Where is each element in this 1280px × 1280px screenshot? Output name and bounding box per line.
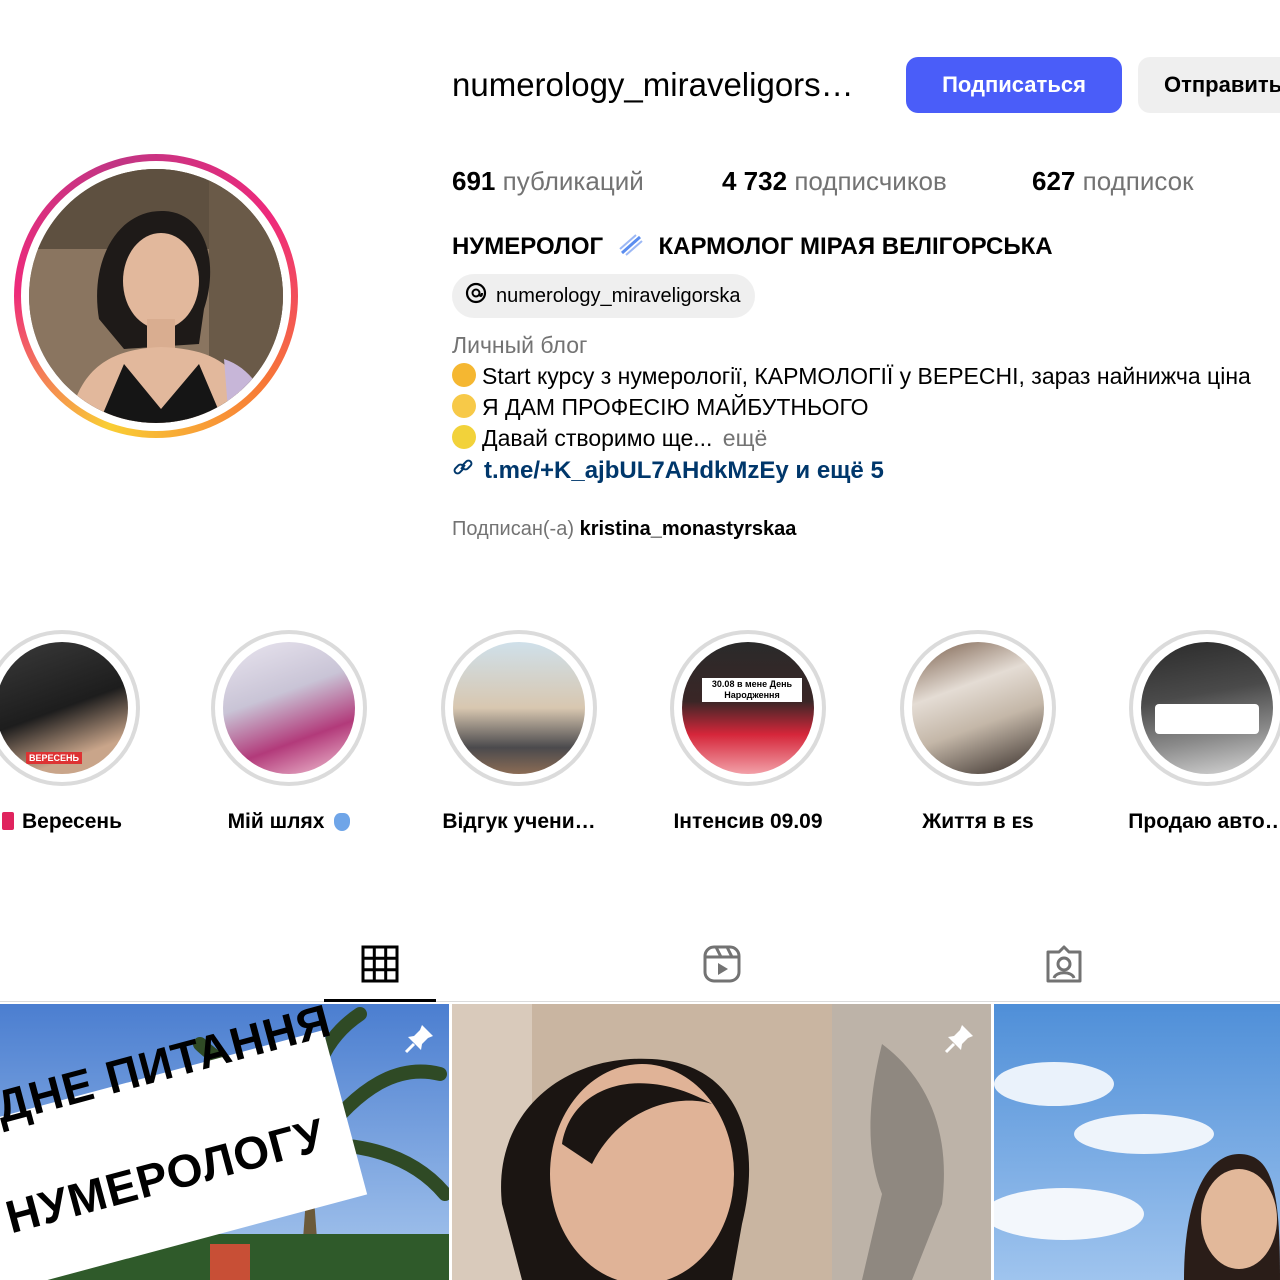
stat-posts: 691 публикаций [452, 166, 644, 197]
tab-active-indicator [324, 999, 436, 1002]
stat-following-label: подписок [1082, 166, 1194, 196]
highlight-item[interactable]: ВЕРЕСЕНЬ Вересень [0, 630, 142, 834]
avatar-photo [29, 169, 283, 423]
tab-divider [0, 1001, 1280, 1002]
external-link-text: t.me/+K_ajbUL7AHdkMzEy и ещё 5 [484, 456, 884, 484]
highlight-item[interactable]: Мій шлях [209, 630, 369, 834]
stat-following[interactable]: 627 подписок [1032, 166, 1194, 197]
highlight-cover [223, 642, 355, 774]
followed-by-label: Подписан(-а) [452, 518, 575, 540]
highlight-cover-sticker [1155, 704, 1259, 734]
highlight-cover-text: 30.08 в мене День Народження [702, 678, 802, 702]
highlight-label: Продаю авто… [1128, 810, 1280, 833]
link-icon [452, 456, 474, 485]
threads-handle: numerology_miraveligorska [496, 284, 741, 307]
highlight-label: Відгук учени… [442, 810, 596, 833]
stat-posts-label: публикаций [502, 166, 644, 196]
hamsa-icon [334, 813, 351, 831]
dizzy-emoji-icon [452, 394, 476, 418]
lemon-emoji-icon [452, 425, 476, 449]
bio-text-3: Давай створимо ще... [482, 425, 713, 451]
avatar-border [21, 161, 291, 431]
highlight-item[interactable]: Відгук учени… [439, 630, 599, 834]
highlight-cover-text: ВЕРЕСЕНЬ [26, 752, 82, 764]
stat-following-value: 627 [1032, 166, 1076, 196]
highlight-label: Інтенсив 09.09 [673, 810, 823, 833]
tab-posts[interactable] [360, 944, 400, 984]
dna-icon [618, 233, 644, 264]
highlight-item[interactable]: Життя в ᴇs [898, 630, 1058, 834]
highlight-cover: ВЕРЕСЕНЬ [0, 642, 128, 774]
profile-username: numerology_miraveligors… [452, 66, 854, 103]
stat-posts-value: 691 [452, 166, 496, 196]
post-thumbnail[interactable] [452, 1004, 991, 1280]
fullname-part-1: НУМЕРОЛОГ [452, 233, 604, 260]
bio-line-1: Start курсу з нумерології, КАРМОЛОГІЇ у … [452, 363, 1251, 390]
stat-followers-value: 4 732 [722, 166, 788, 196]
fullname-part-2: КАРМОЛОГ МІРАЯ ВЕЛІГОРСЬКА [658, 233, 1053, 260]
highlight-label: Мій шлях [209, 810, 369, 834]
highlight-item[interactable]: 30.08 в мене День Народження Інтенсив 09… [668, 630, 828, 834]
reels-icon [703, 945, 741, 983]
post-thumbnail[interactable]: ДНЕ ПИТАННЯ НУМЕРОЛОГУ [0, 1004, 449, 1280]
bio-line-3: Давай створимо ще... ещё [452, 425, 767, 452]
highlight-label: Життя в ᴇs [922, 810, 1034, 833]
highlight-cover: 30.08 в мене День Народження [682, 642, 814, 774]
threads-link[interactable]: numerology_miraveligorska [452, 274, 755, 318]
tagged-icon [1046, 945, 1082, 983]
pin-icon [942, 1022, 976, 1061]
external-link[interactable]: t.me/+K_ajbUL7AHdkMzEy и ещё 5 [452, 456, 884, 485]
pin-icon [402, 1022, 436, 1061]
grid-icon [361, 945, 399, 983]
post-thumbnail[interactable] [994, 1004, 1280, 1280]
bio-more-link[interactable]: ещё [723, 425, 768, 451]
bio-text-1: Start курсу з нумерології, КАРМОЛОГІЇ у … [482, 363, 1251, 389]
stat-followers-label: подписчиков [794, 166, 947, 196]
profile-category: Личный блог [452, 332, 588, 358]
tab-reels[interactable] [702, 944, 742, 984]
highlight-cover [1141, 642, 1273, 774]
follow-button[interactable]: Подписаться [906, 57, 1122, 113]
highlight-cover [912, 642, 1044, 774]
bio-line-2: Я ДАМ ПРОФЕСІЮ МАЙБУТНЬОГО [452, 394, 869, 421]
highlight-label: Вересень [0, 810, 142, 834]
stat-followers[interactable]: 4 732 подписчиков [722, 166, 947, 197]
clap-emoji-icon [452, 363, 476, 387]
red-book-icon [1, 812, 14, 830]
avatar[interactable] [14, 154, 298, 438]
highlight-cover [453, 642, 585, 774]
tab-tagged[interactable] [1044, 944, 1084, 984]
profile-fullname: НУМЕРОЛОГ КАРМОЛОГ МІРАЯ ВЕЛІГОРСЬКА [452, 233, 1053, 264]
followed-by-user: kristina_monastyrskaa [579, 518, 797, 540]
highlight-item[interactable]: Продаю авто… [1127, 630, 1280, 834]
followed-by[interactable]: Подписан(-а) kristina_monastyrskaa [452, 518, 796, 541]
bio-text-2: Я ДАМ ПРОФЕСІЮ МАЙБУТНЬОГО [482, 394, 869, 420]
threads-icon [464, 281, 488, 311]
message-button[interactable]: Отправить [1138, 57, 1280, 113]
